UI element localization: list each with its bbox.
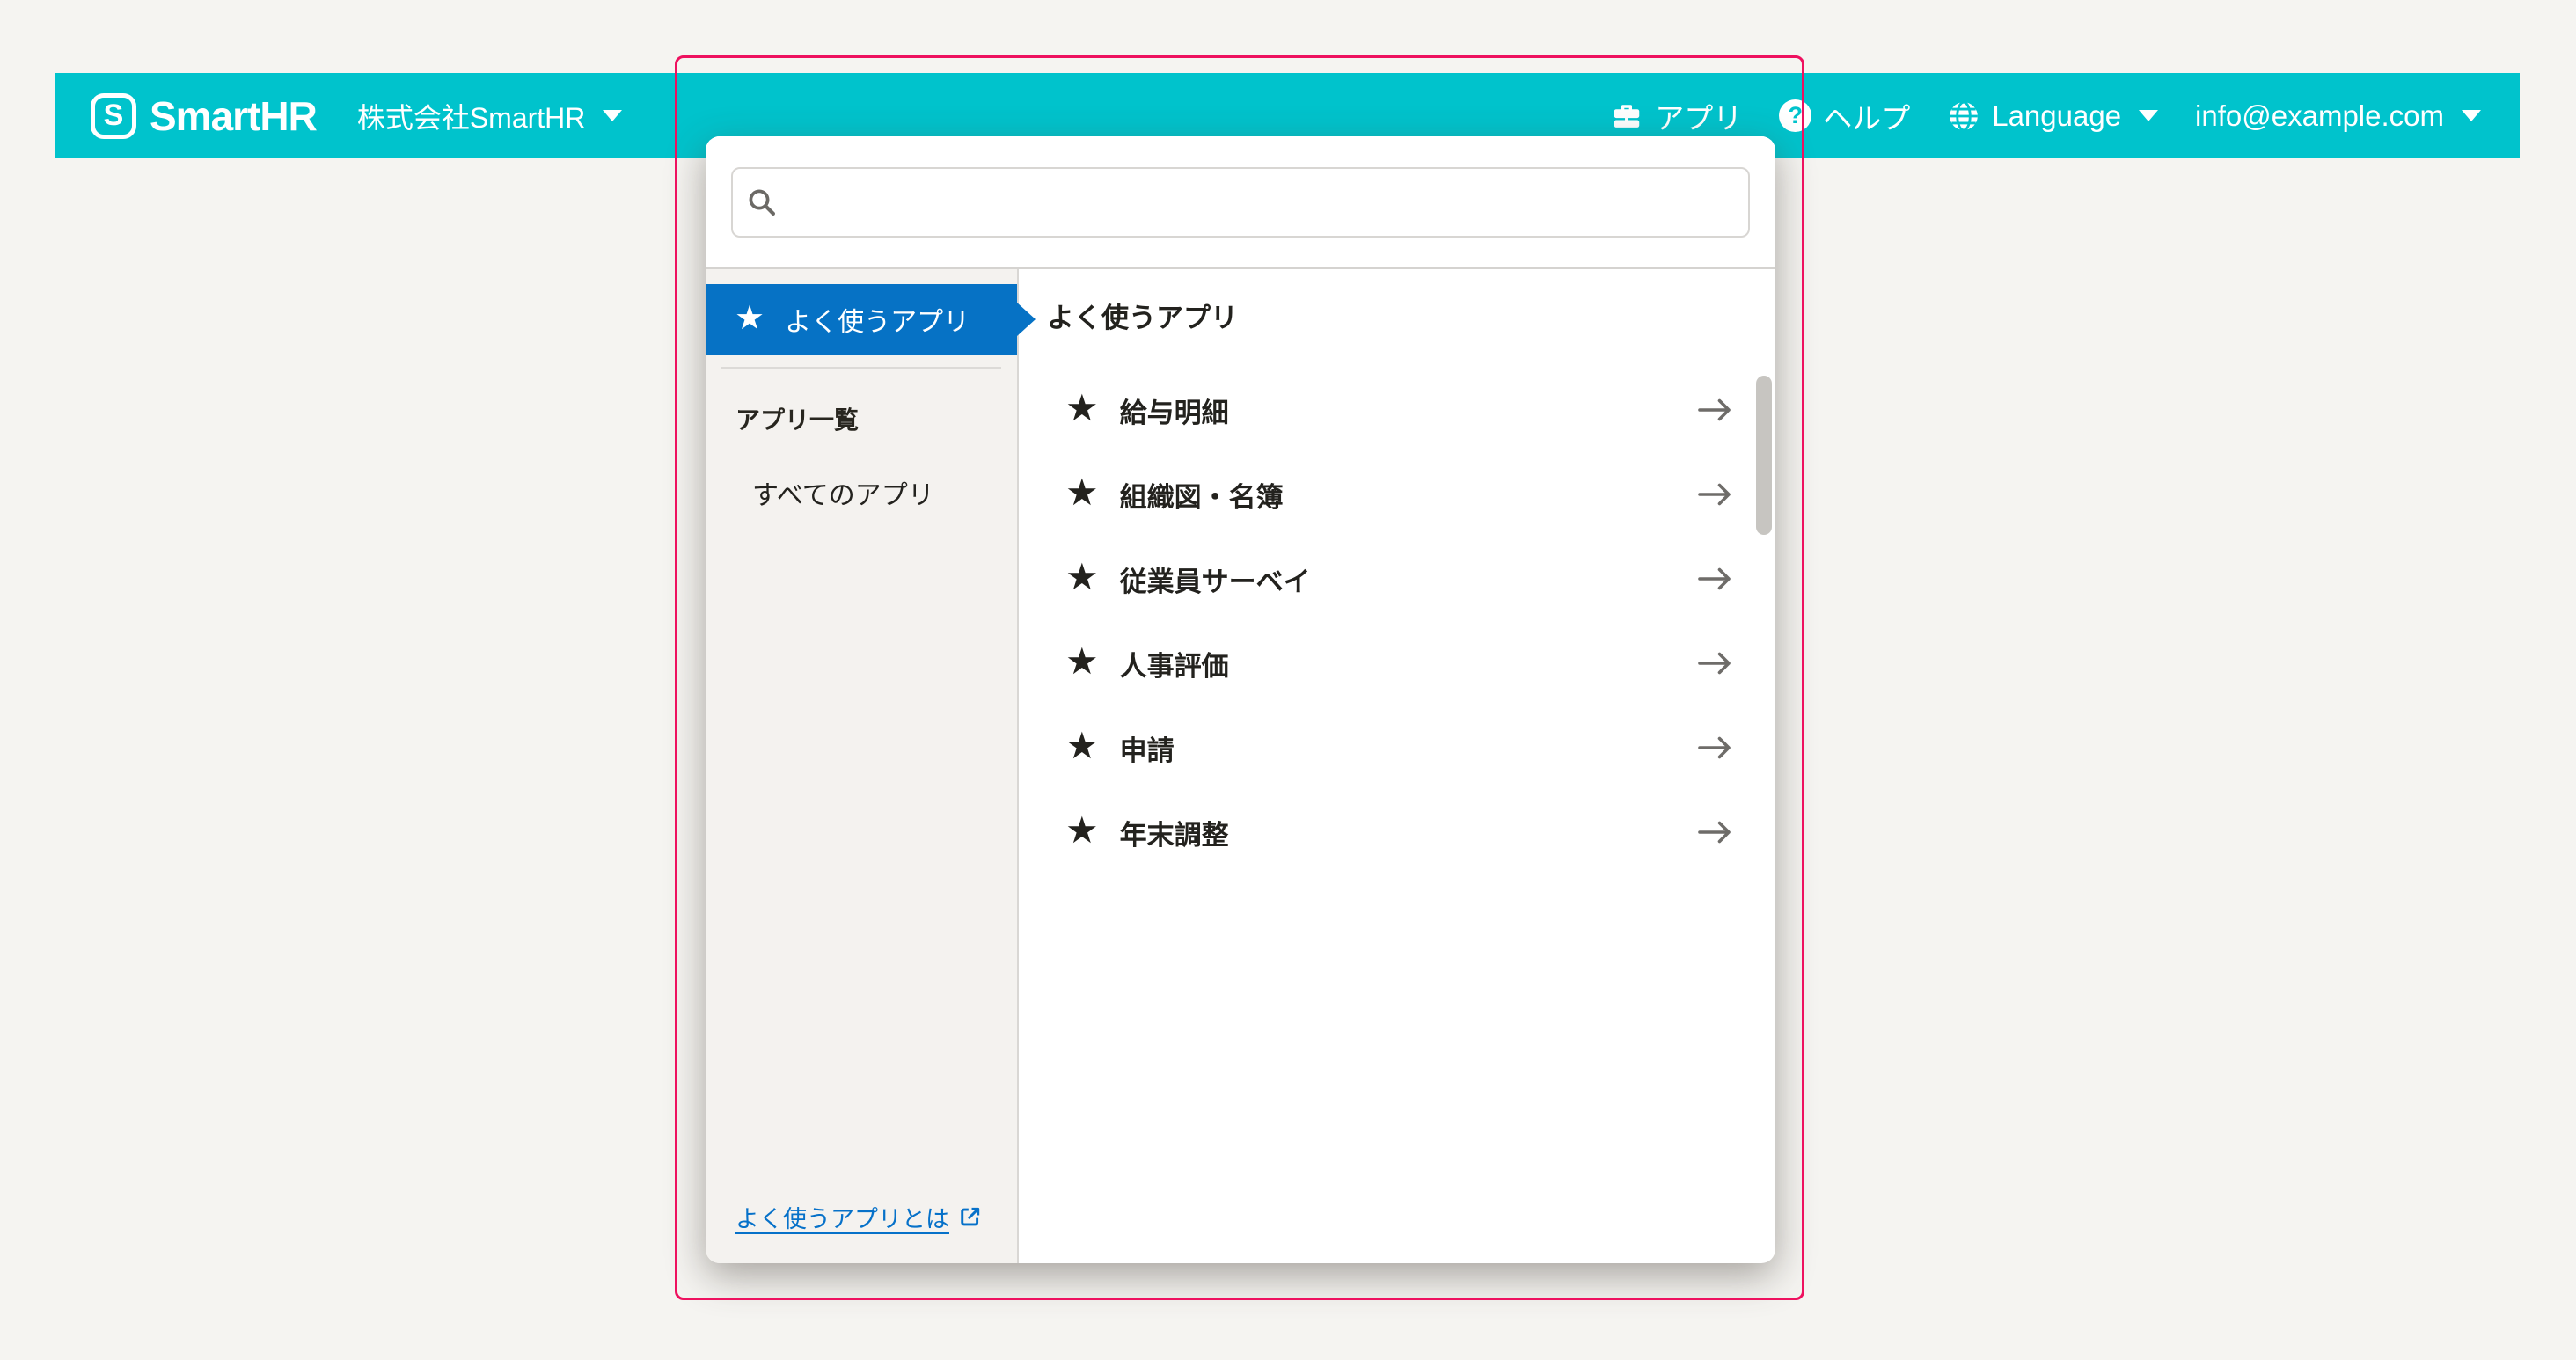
selected-pointer-icon (1017, 303, 1036, 336)
arrow-right-icon (1696, 733, 1733, 763)
arrow-right-icon (1696, 564, 1733, 594)
star-icon: ★ (1065, 728, 1099, 764)
app-row-year-end-adjustment[interactable]: ★ 年末調整 (1047, 790, 1733, 874)
star-icon: ★ (1065, 559, 1099, 596)
chevron-down-icon (2139, 110, 2158, 121)
header-nav: アプリ ? ヘルプ Language info@example.com (1610, 95, 2481, 137)
app-label: 年末調整 (1120, 813, 1229, 852)
app-label: 人事評価 (1120, 644, 1229, 684)
sidebar-section-title: アプリ一覧 (735, 401, 1017, 436)
app-row-application[interactable]: ★ 申請 (1047, 706, 1733, 790)
chevron-down-icon (603, 110, 622, 121)
launcher-sidebar: ★ よく使うアプリ アプリ一覧 すべてのアプリ よく使うアプリとは (706, 269, 1019, 1263)
arrow-right-icon (1696, 648, 1733, 678)
nav-help-label: ヘルプ (1823, 95, 1910, 137)
app-label: 給与明細 (1120, 391, 1229, 430)
app-search-input[interactable] (731, 167, 1750, 238)
launcher-content: ★ よく使うアプリ アプリ一覧 すべてのアプリ よく使うアプリとは (706, 269, 1775, 1263)
globe-icon (1947, 99, 1980, 133)
sidebar-item-favorite-apps[interactable]: ★ よく使うアプリ (706, 284, 1017, 355)
star-icon: ★ (1065, 390, 1099, 427)
star-icon: ★ (1065, 643, 1099, 680)
app-list: ★ 給与明細 ★ 組織図・名簿 ★ 従業員サーベイ (1047, 368, 1733, 874)
nav-help-button[interactable]: ? ヘルプ (1779, 95, 1910, 137)
nav-apps-label: アプリ (1655, 95, 1742, 137)
star-icon: ★ (1065, 812, 1099, 849)
sidebar-footer: よく使うアプリとは (735, 1200, 1017, 1234)
sidebar-item-label: よく使うアプリ (785, 300, 970, 339)
app-row-employee-survey[interactable]: ★ 従業員サーベイ (1047, 537, 1733, 621)
app-label: 組織図・名簿 (1120, 475, 1284, 515)
sidebar-divider (721, 367, 1001, 369)
sidebar-spacer (706, 512, 1017, 1200)
favorite-apps-help-link-label: よく使うアプリとは (735, 1200, 949, 1234)
star-icon: ★ (1065, 474, 1099, 511)
company-name: 株式会社SmartHR (357, 96, 586, 136)
arrow-right-icon (1696, 395, 1733, 425)
smarthr-logo-text: SmartHR (150, 92, 317, 140)
smarthr-s-icon: S (91, 93, 136, 139)
favorite-apps-heading: よく使うアプリ (1047, 303, 1733, 333)
nav-language-label: Language (1992, 99, 2121, 133)
company-dropdown[interactable]: 株式会社SmartHR (357, 96, 623, 136)
app-label: 申請 (1120, 728, 1175, 768)
nav-apps-button[interactable]: アプリ (1610, 95, 1742, 137)
account-email: info@example.com (2195, 99, 2444, 133)
app-row-hr-evaluation[interactable]: ★ 人事評価 (1047, 621, 1733, 706)
star-icon: ★ (735, 302, 765, 335)
favorite-apps-help-link[interactable]: よく使うアプリとは (735, 1200, 982, 1234)
chevron-down-icon (2462, 110, 2481, 121)
arrow-right-icon (1696, 479, 1733, 509)
account-menu-dropdown[interactable]: info@example.com (2195, 99, 2481, 133)
search-box (731, 167, 1750, 238)
app-label: 従業員サーベイ (1120, 559, 1311, 599)
help-question-icon: ? (1779, 99, 1811, 132)
external-link-icon (958, 1205, 982, 1229)
launcher-main: よく使うアプリ ★ 給与明細 ★ 組織図・名簿 ★ (1019, 269, 1775, 1263)
app-row-payslip[interactable]: ★ 給与明細 (1047, 368, 1733, 452)
sidebar-item-all-apps[interactable]: すべてのアプリ (752, 473, 1017, 512)
arrow-right-icon (1696, 817, 1733, 847)
scrollbar-thumb[interactable] (1756, 376, 1772, 535)
nav-language-dropdown[interactable]: Language (1947, 99, 2158, 133)
briefcase-icon (1610, 100, 1643, 132)
app-row-org-chart[interactable]: ★ 組織図・名簿 (1047, 452, 1733, 537)
smarthr-logo[interactable]: S SmartHR (91, 92, 317, 140)
app-launcher-panel: ★ よく使うアプリ アプリ一覧 すべてのアプリ よく使うアプリとは (706, 136, 1775, 1263)
search-section (706, 136, 1775, 269)
